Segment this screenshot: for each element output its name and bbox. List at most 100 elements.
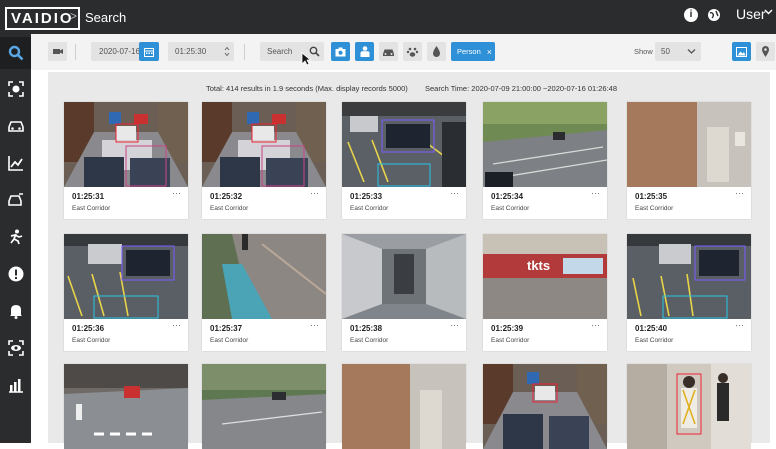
thumbnail-image[interactable] [342,102,466,187]
color-filter-button[interactable] [427,42,446,61]
user-menu[interactable]: User [736,6,766,22]
image-filter-button[interactable] [331,42,350,61]
vaidio-logo[interactable]: VAIDIO [5,7,80,30]
show-count-select[interactable]: 50 [655,42,701,61]
chevron-down-icon[interactable] [764,7,773,19]
thumbnail-image[interactable] [627,102,751,187]
sidebar-item-reports[interactable] [0,369,31,401]
thumbnail-image[interactable] [483,364,607,449]
globe-icon[interactable] [707,8,721,22]
camera-filter-button[interactable] [48,42,67,61]
result-card[interactable]: 01:25:35 East Corridor ··· [627,102,751,219]
result-card[interactable]: 01:25:32 East Corridor ··· [202,102,326,219]
more-options-icon[interactable]: ··· [591,188,600,198]
result-card[interactable]: 01:25:36 East Corridor ··· [64,234,188,351]
result-card[interactable] [342,364,466,449]
sidebar-item-face[interactable] [0,73,31,105]
person-tag[interactable]: Person × [451,42,495,61]
show-label: Show [634,47,653,56]
alert-icon [8,266,23,282]
result-timestamp: 01:25:34 [491,192,524,201]
more-options-icon[interactable]: ··· [450,188,459,198]
date-value: 2020-07-16 [99,47,140,56]
result-location: East Corridor [635,337,674,344]
thumbnail-image[interactable] [627,234,751,319]
sidebar-item-alerts[interactable] [0,258,31,290]
map-view-button[interactable] [756,42,775,61]
result-location: East Corridor [210,205,249,212]
result-card[interactable] [64,364,188,449]
sidebar-item-trend[interactable] [0,147,31,179]
thumbnail-image[interactable] [64,364,188,449]
chevron-down-icon [687,49,696,54]
drop-icon [433,46,440,57]
result-location: East Corridor [350,205,389,212]
result-card[interactable]: 01:25:31 East Corridor ··· [64,102,188,219]
result-card[interactable]: 01:25:38 East Corridor ··· [342,234,466,351]
more-options-icon[interactable]: ··· [591,320,600,330]
person-tag-label: Person [457,47,481,56]
person-filter-button[interactable] [355,42,374,61]
time-stepper-icon[interactable] [224,46,230,57]
image-view-icon [736,46,747,57]
sidebar-item-monitor[interactable] [0,332,31,364]
car-icon [7,121,24,132]
vehicle-filter-button[interactable] [379,42,398,61]
page-title: Search [85,10,127,25]
more-options-icon[interactable]: ··· [172,320,181,330]
chart-icon [8,379,23,393]
result-card[interactable]: 01:25:40 East Corridor ··· [627,234,751,351]
thumbnail-image[interactable] [202,102,326,187]
sidebar [0,34,31,443]
result-location: East Corridor [210,337,249,344]
result-card[interactable] [202,364,326,449]
thumbnail-image[interactable] [342,364,466,449]
calendar-button[interactable] [139,42,159,61]
mouse-cursor-icon [301,52,311,66]
person-running-icon [9,229,22,245]
car-icon [383,49,394,56]
search-input[interactable]: Search [260,42,324,61]
person-icon [360,46,369,57]
search-time: Search Time: 2020-07-09 21:00:00 ~2020-0… [425,84,618,93]
grid-view-button[interactable] [732,42,751,61]
result-location: East Corridor [491,205,530,212]
more-options-icon[interactable]: ··· [172,188,181,198]
sidebar-item-notifications[interactable] [0,295,31,327]
thumbnail-image[interactable] [202,364,326,449]
thumbnail-image[interactable] [627,364,751,449]
time-value: 01:25:30 [175,47,207,56]
info-icon[interactable]: i [684,8,698,22]
thumbnail-image[interactable]: tkts [483,234,607,319]
result-timestamp: 01:25:40 [635,324,668,333]
more-options-icon[interactable]: ··· [310,320,319,330]
sidebar-item-vehicle[interactable] [0,110,31,142]
sidebar-item-search[interactable] [0,37,31,69]
more-options-icon[interactable]: ··· [450,320,459,330]
sidebar-item-traffic[interactable] [0,184,31,216]
thumbnail-image[interactable] [342,234,466,319]
video-camera-icon [53,49,63,54]
thumbnail-image[interactable] [202,234,326,319]
more-options-icon[interactable]: ··· [735,188,744,198]
breadcrumb-separator: > [70,9,78,23]
result-card[interactable]: tkts 01:25:39 East Corridor ··· [483,234,607,351]
thumbnail-image[interactable] [483,102,607,187]
more-options-icon[interactable]: ··· [735,320,744,330]
sidebar-item-intrusion[interactable] [0,221,31,253]
more-options-icon[interactable]: ··· [310,188,319,198]
time-field[interactable]: 01:25:30 [168,42,234,61]
face-icon [7,81,24,97]
result-card[interactable]: 01:25:37 East Corridor ··· [202,234,326,351]
thumbnail-image[interactable] [64,102,188,187]
thumbnail-image[interactable] [64,234,188,319]
close-icon[interactable]: × [487,47,492,57]
result-card[interactable]: 01:25:33 East Corridor ··· [342,102,466,219]
result-card[interactable]: 01:25:34 East Corridor ··· [483,102,607,219]
result-timestamp: 01:25:38 [350,324,383,333]
result-card[interactable] [483,364,607,449]
result-location: East Corridor [72,205,111,212]
traffic-icon [8,193,23,206]
animal-filter-button[interactable] [403,42,422,61]
result-card[interactable] [627,364,751,449]
